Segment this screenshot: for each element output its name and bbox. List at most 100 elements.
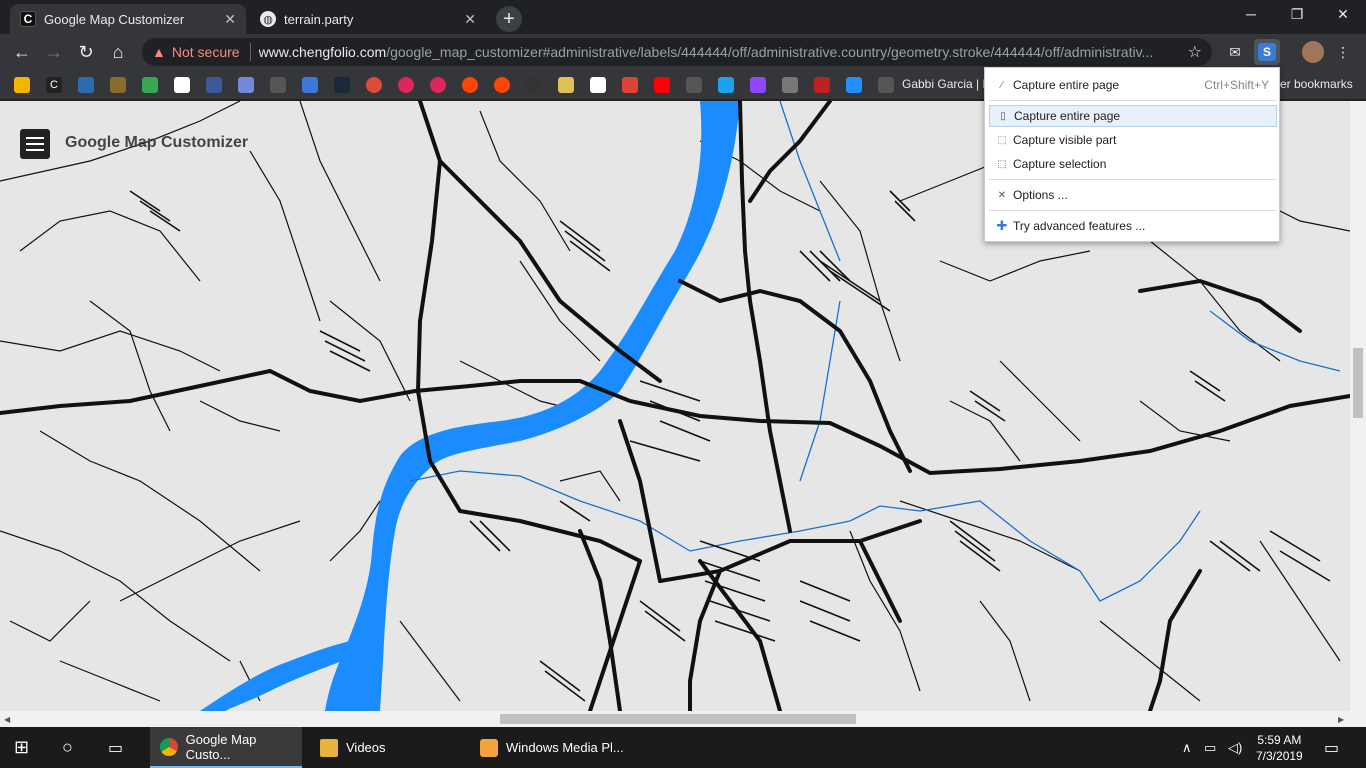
screenshot-extension-menu: ⁄ Capture entire page Ctrl+Shift+Y ▯ Cap…	[984, 67, 1280, 242]
search-icon[interactable]: ○	[62, 727, 73, 768]
address-bar[interactable]: ▲ Not secure www.chengfolio.com/google_m…	[142, 38, 1212, 66]
mail-extension-icon[interactable]: ✉	[1224, 41, 1246, 63]
network-icon[interactable]: ▭	[1204, 727, 1216, 768]
home-icon[interactable]: ⌂	[106, 40, 130, 64]
bookmark-icon[interactable]	[686, 77, 702, 93]
scrollbar-thumb[interactable]	[1353, 348, 1363, 418]
youtube-bookmark-icon[interactable]	[654, 77, 670, 93]
maps-bookmark-icon[interactable]	[142, 77, 158, 93]
taskbar-app-chrome[interactable]: Google Map Custo...	[150, 727, 302, 768]
bookmark-icon[interactable]	[782, 77, 798, 93]
facebook-bookmark-icon[interactable]	[206, 77, 222, 93]
menu-item-advanced-features[interactable]: ✚ Try advanced features ...	[989, 215, 1277, 237]
bookmark-icon[interactable]	[302, 77, 318, 93]
vertical-scrollbar[interactable]	[1350, 101, 1366, 711]
reddit-bookmark-icon[interactable]	[462, 77, 478, 93]
steam-bookmark-icon[interactable]	[334, 77, 350, 93]
chrome-icon	[160, 737, 178, 756]
security-label: Not secure	[171, 44, 240, 60]
more-menu-icon[interactable]: ⋮	[1332, 41, 1354, 63]
scroll-right-icon[interactable]: ▶	[1338, 715, 1344, 724]
close-tab-icon[interactable]: ✕	[464, 11, 476, 28]
globe-icon: ◍	[260, 11, 276, 27]
horizontal-scrollbar[interactable]: ◀ ▶	[0, 711, 1366, 727]
bookmark-gabbi-garcia[interactable]: Gabbi Garcia | M	[902, 77, 992, 91]
url-text: www.chengfolio.com/google_map_customizer…	[258, 44, 1154, 60]
folder-icon	[320, 738, 338, 757]
warning-icon: ▲	[152, 44, 166, 60]
bookmark-icon[interactable]	[878, 77, 894, 93]
bookmark-icon[interactable]	[846, 77, 862, 93]
back-icon[interactable]: ←	[10, 40, 34, 64]
river	[325, 101, 740, 711]
profile-avatar[interactable]	[1302, 41, 1324, 63]
google-plus-bookmark-icon[interactable]	[366, 77, 382, 93]
reload-icon[interactable]: ↻	[74, 40, 98, 64]
bookmark-icon[interactable]	[14, 77, 30, 93]
discord-bookmark-icon[interactable]	[238, 77, 254, 93]
menu-item-capture-visible-part[interactable]: ⬚ Capture visible part	[989, 129, 1277, 151]
pen-icon: ⁄	[1001, 79, 1003, 91]
tab-google-map-customizer[interactable]: C Google Map Customizer ✕	[10, 4, 246, 34]
tab-title: Google Map Customizer	[44, 11, 185, 27]
volume-icon[interactable]: ◁)	[1228, 727, 1242, 768]
media-player-icon	[480, 738, 498, 757]
browser-toolbar: ← → ↻ ⌂ ▲ Not secure www.chengfolio.com/…	[0, 34, 1366, 70]
windows-taskbar: ⊞ ○ ▭ Google Map Custo... Videos Windows…	[0, 727, 1366, 768]
hamburger-menu-button[interactable]	[20, 129, 50, 159]
bookmark-icon[interactable]: C	[46, 77, 62, 93]
taskbar-app-media-player[interactable]: Windows Media Pl...	[470, 727, 630, 768]
close-window-icon[interactable]: ✕	[1328, 6, 1358, 23]
windows-start-icon[interactable]: ⊞	[14, 727, 29, 768]
minimize-icon[interactable]: ─	[1236, 6, 1266, 22]
new-tab-button[interactable]: +	[496, 6, 522, 32]
task-view-icon[interactable]: ▭	[108, 727, 123, 768]
tab-terrain-party[interactable]: ◍ terrain.party ✕	[250, 4, 486, 34]
twitter-bookmark-icon[interactable]	[718, 77, 734, 93]
selection-icon: ⬚	[997, 158, 1007, 170]
menu-item-options[interactable]: ✕ Options ...	[989, 184, 1277, 206]
plus-icon: ✚	[996, 218, 1008, 233]
visible-part-icon: ⬚	[997, 134, 1007, 146]
menu-divider	[989, 100, 1277, 101]
notifications-icon[interactable]: ▭	[1324, 727, 1339, 768]
bookmark-icon[interactable]	[78, 77, 94, 93]
screenshot-extension-icon[interactable]: S	[1254, 39, 1280, 65]
clock[interactable]: 5:59 AM 7/3/2019	[1256, 727, 1303, 768]
menu-divider	[989, 210, 1277, 211]
scroll-left-icon[interactable]: ◀	[4, 715, 10, 724]
divider	[249, 43, 251, 61]
other-bookmarks[interactable]: er bookmarks	[1280, 77, 1353, 91]
forward-icon[interactable]: →	[42, 40, 66, 64]
scrollbar-thumb[interactable]	[500, 714, 856, 724]
page-icon: ▯	[1000, 110, 1006, 122]
bookmark-icon[interactable]	[110, 77, 126, 93]
bookmark-icon[interactable]	[526, 77, 542, 93]
taskbar-app-videos[interactable]: Videos	[310, 727, 462, 768]
bookmark-icon[interactable]	[590, 77, 606, 93]
chengfolio-favicon: C	[20, 11, 36, 27]
tools-icon: ✕	[997, 189, 1007, 201]
bookmark-icon[interactable]	[814, 77, 830, 93]
bookmark-icon[interactable]	[398, 77, 414, 93]
restore-icon[interactable]: ❐	[1282, 6, 1312, 23]
urban-blocks	[129, 190, 1331, 702]
menu-item-capture-entire-page-shortcut[interactable]: ⁄ Capture entire page Ctrl+Shift+Y	[989, 74, 1277, 96]
bookmark-icon[interactable]	[430, 77, 446, 93]
close-tab-icon[interactable]: ✕	[224, 11, 236, 28]
chevron-up-icon[interactable]: ∧	[1182, 727, 1192, 768]
tab-title: terrain.party	[284, 11, 354, 27]
bookmark-icon[interactable]	[270, 77, 286, 93]
wikipedia-bookmark-icon[interactable]	[174, 77, 190, 93]
bookmark-star-icon[interactable]: ☆	[1188, 42, 1202, 62]
menu-item-capture-selection[interactable]: ⬚ Capture selection	[989, 153, 1277, 175]
twitch-bookmark-icon[interactable]	[750, 77, 766, 93]
clock-time: 5:59 AM	[1257, 732, 1302, 747]
app-title: Google Map Customizer	[65, 134, 249, 151]
menu-item-capture-entire-page[interactable]: ▯ Capture entire page	[989, 105, 1277, 127]
gmail-bookmark-icon[interactable]	[622, 77, 638, 93]
clock-date: 7/3/2019	[1256, 748, 1303, 763]
bookmark-icon[interactable]	[558, 77, 574, 93]
tab-strip: C Google Map Customizer ✕ ◍ terrain.part…	[0, 0, 1366, 34]
reddit-bookmark-icon[interactable]	[494, 77, 510, 93]
